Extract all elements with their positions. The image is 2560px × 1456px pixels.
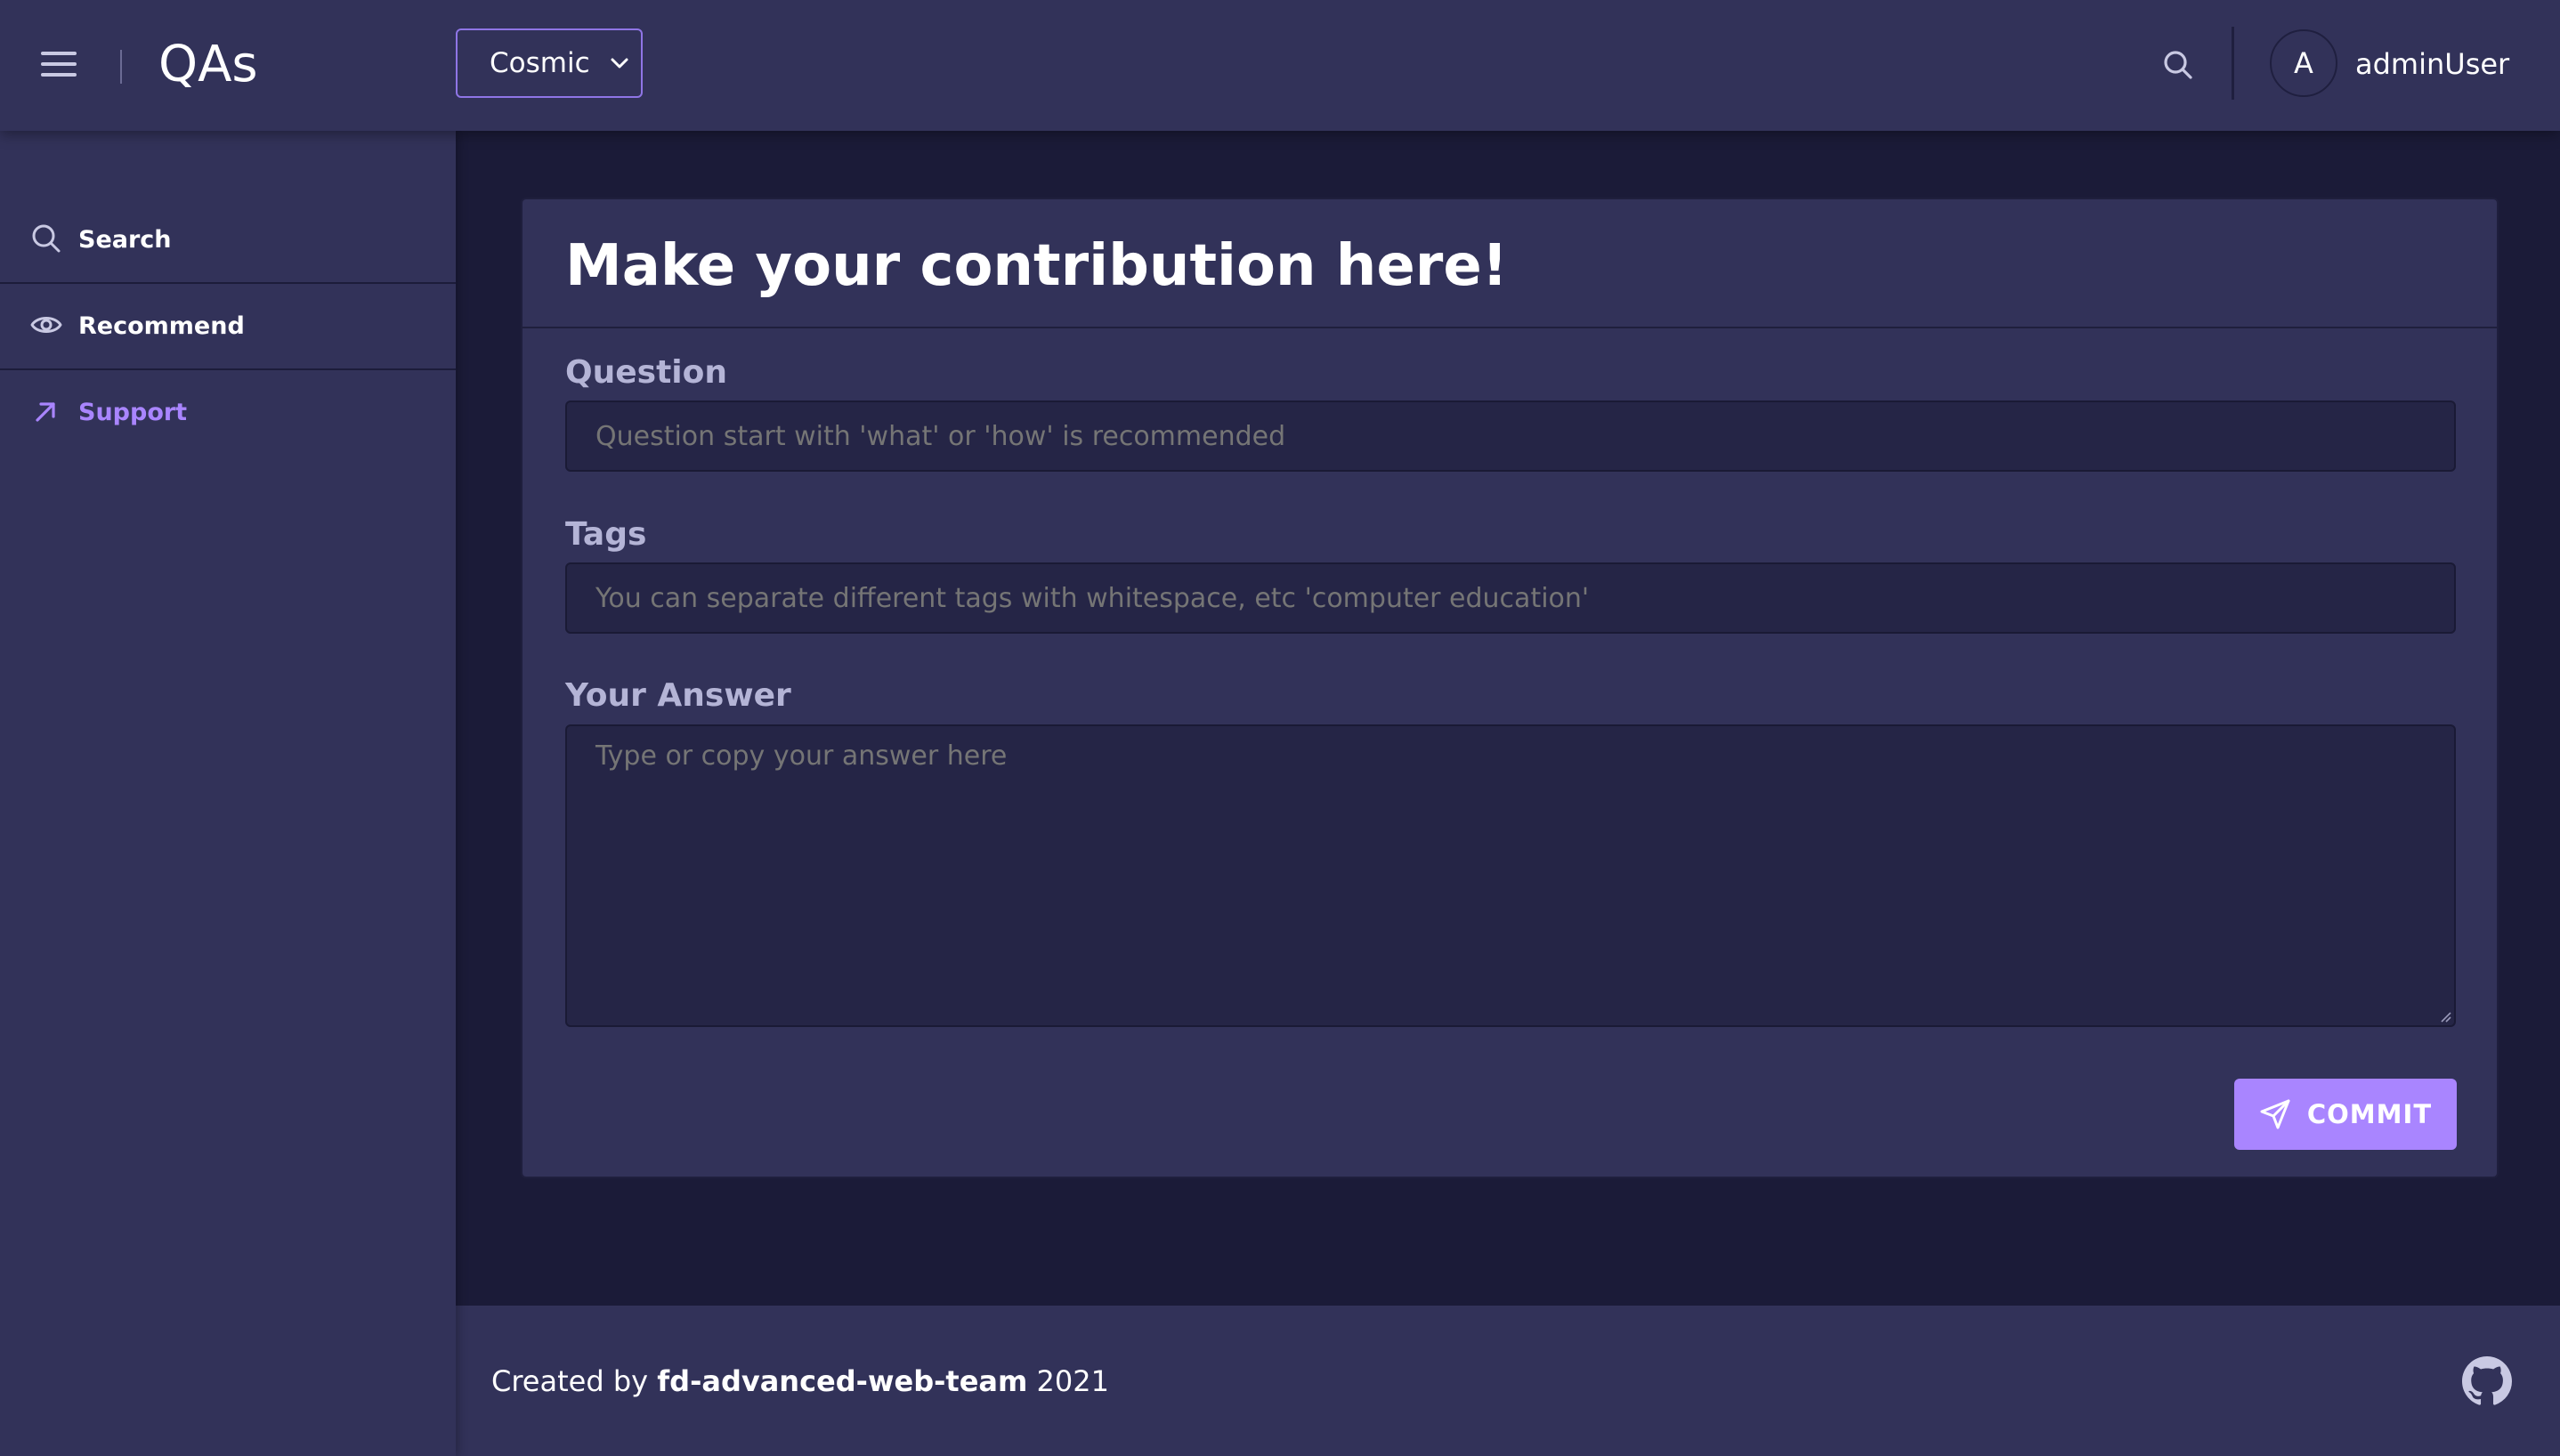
card-header: Make your contribution here! (523, 199, 2497, 328)
footer-prefix: Created by (491, 1364, 649, 1398)
github-icon[interactable] (2462, 1356, 2512, 1406)
app-title[interactable]: QAs (158, 34, 258, 96)
contribution-card: Make your contribution here! Question Ta… (521, 198, 2499, 1178)
search-icon (30, 222, 62, 255)
answer-textarea[interactable] (565, 724, 2456, 1027)
eye-icon (30, 309, 62, 341)
theme-select-value: Cosmic (490, 47, 590, 79)
question-label: Question (565, 354, 727, 391)
commit-button-label: COMMIT (2306, 1099, 2433, 1129)
send-icon (2260, 1099, 2290, 1129)
footer: Created by fd-advanced-web-team 2021 (456, 1306, 2560, 1456)
arrow-up-right-icon (30, 395, 62, 427)
header-divider (120, 50, 122, 84)
sidebar-item-label: Recommend (78, 312, 245, 340)
username[interactable]: adminUser (2355, 44, 2509, 84)
sidebar-item-recommend[interactable]: Recommend (0, 284, 456, 370)
header-separator (2232, 27, 2234, 100)
footer-year: 2021 (1036, 1364, 1109, 1398)
sidebar: Search Recommend Support (0, 131, 456, 1456)
sidebar-item-search[interactable]: Search (0, 198, 456, 284)
footer-credit: Created by fd-advanced-web-team 2021 (491, 1363, 1109, 1400)
page-title: Make your contribution here! (565, 233, 1508, 299)
footer-team-link[interactable]: fd-advanced-web-team (657, 1364, 1027, 1398)
sidebar-item-support[interactable]: Support (0, 370, 456, 457)
tags-label: Tags (565, 516, 647, 553)
theme-select[interactable]: Cosmic (456, 28, 643, 98)
menu-toggle-icon[interactable] (39, 46, 80, 84)
answer-label: Your Answer (565, 677, 791, 714)
resize-handle-icon[interactable] (2438, 1009, 2452, 1023)
sidebar-item-label: Support (78, 399, 188, 426)
search-icon[interactable] (2161, 48, 2195, 82)
top-header: QAs Cosmic A adminUser (0, 0, 2560, 131)
commit-button[interactable]: COMMIT (2234, 1079, 2457, 1150)
chevron-down-icon (611, 58, 628, 69)
question-input[interactable] (565, 400, 2456, 472)
tags-input[interactable] (565, 562, 2456, 634)
sidebar-item-label: Search (78, 226, 172, 254)
avatar[interactable]: A (2270, 29, 2337, 97)
answer-field-wrap (565, 724, 2456, 1027)
